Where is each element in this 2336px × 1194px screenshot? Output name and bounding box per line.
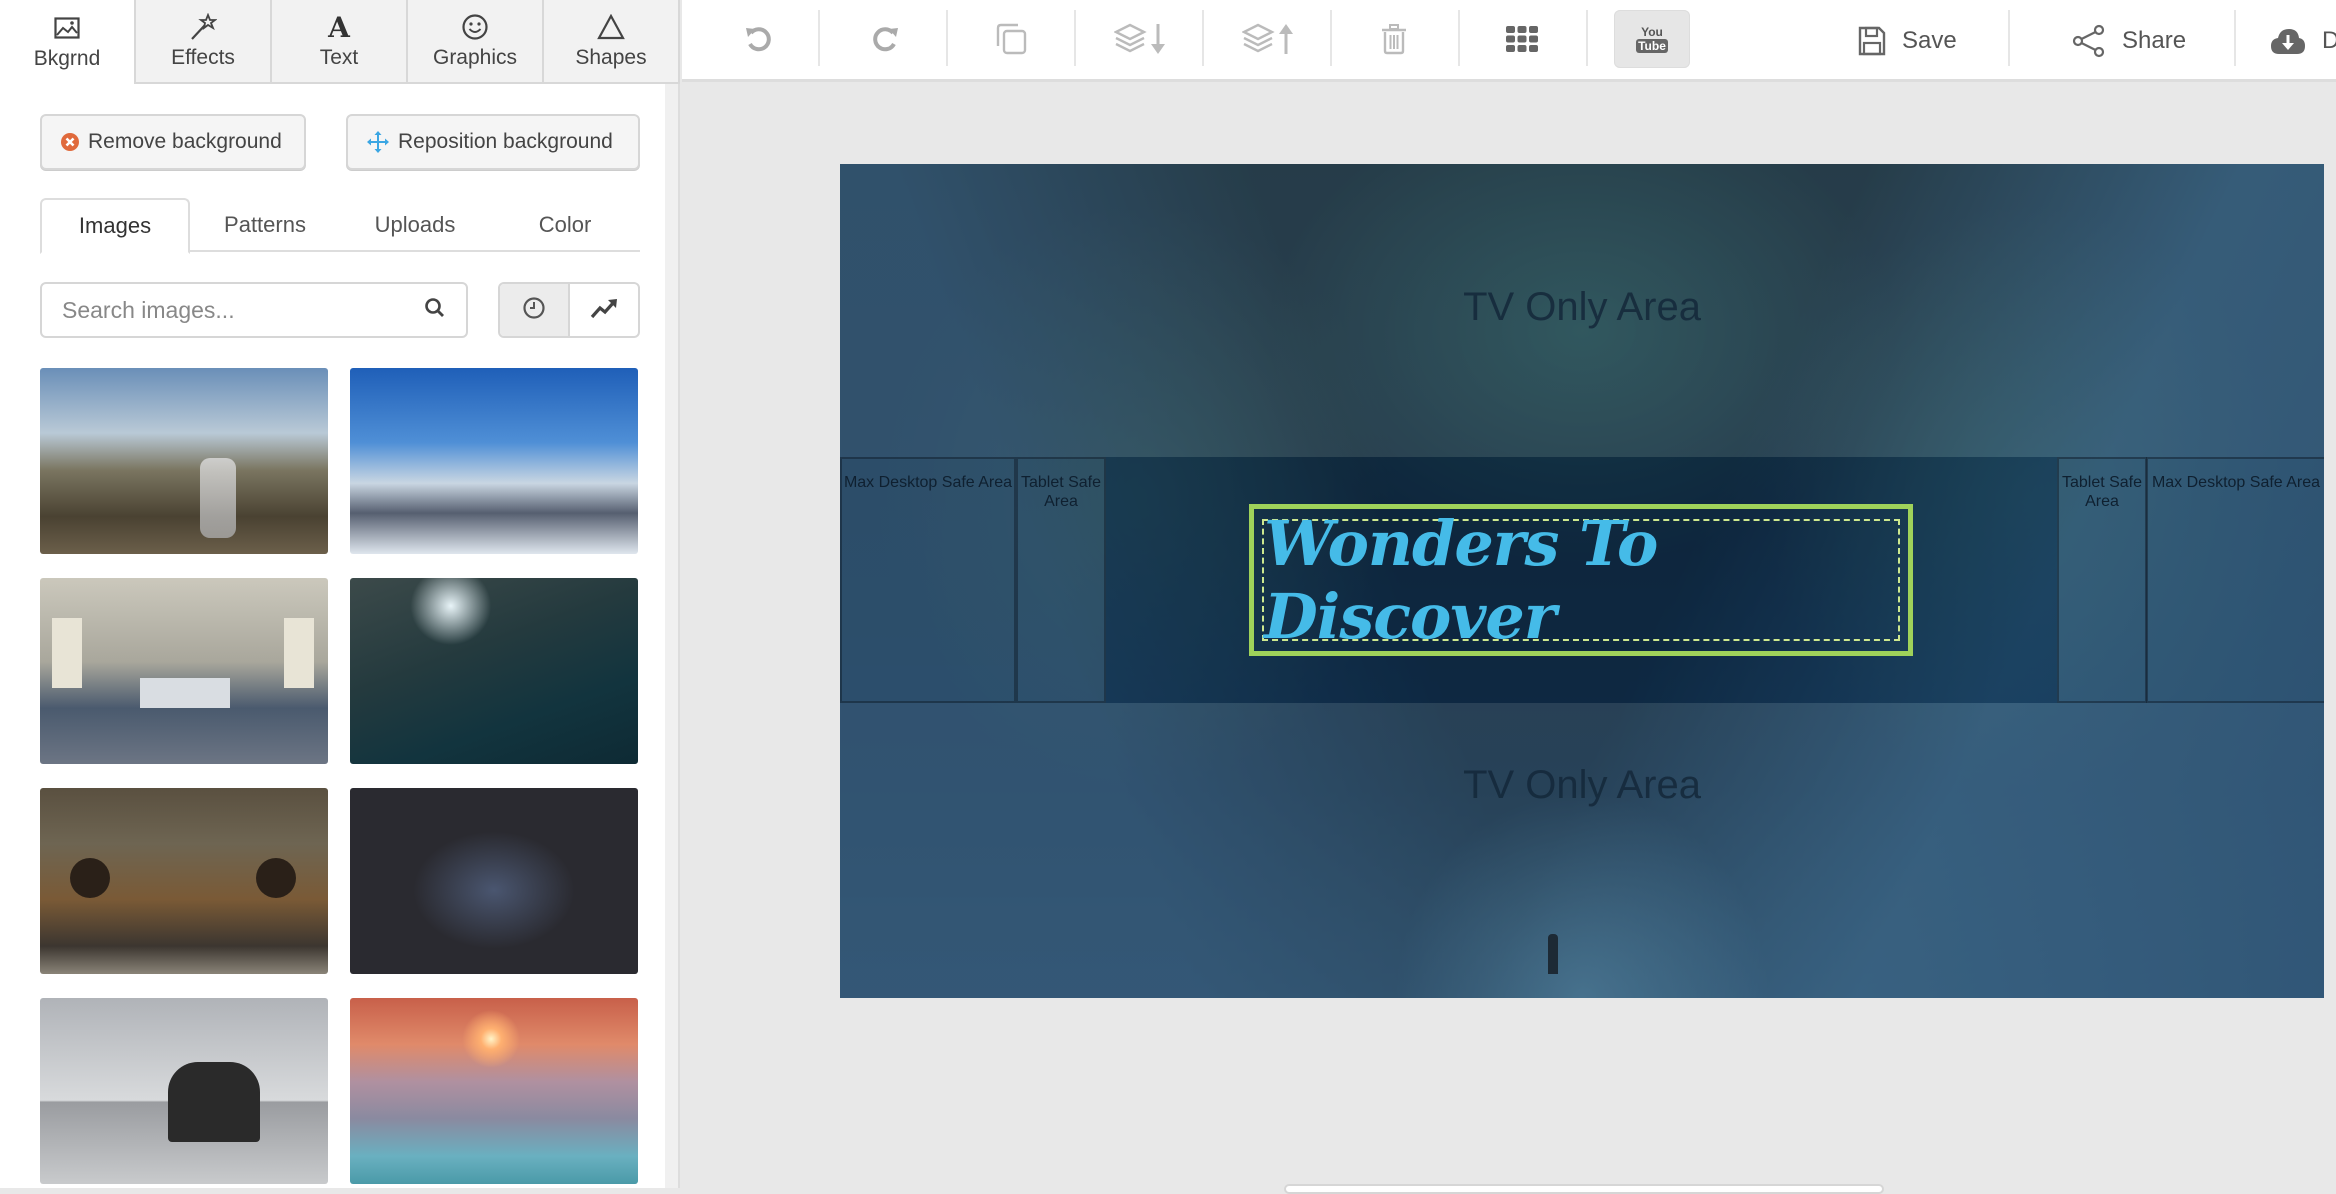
tv-only-area-top: TV Only Area xyxy=(840,164,2324,457)
design-canvas[interactable]: TV Only Area Max Desktop Safe Area Table… xyxy=(840,164,2324,998)
move-icon xyxy=(366,130,390,154)
selected-text-element[interactable]: Wonders To Discover xyxy=(1249,504,1913,656)
safe-area-label: Tablet Safe Area xyxy=(2061,474,2143,510)
clock-icon xyxy=(522,296,546,325)
youtube-icon: You Tube xyxy=(1636,26,1668,53)
undo-button[interactable] xyxy=(730,18,786,64)
tablet-safe-area-right: Tablet Safe Area xyxy=(2057,457,2147,703)
thumbnail-rusty-van[interactable] xyxy=(40,788,328,974)
download-label: D xyxy=(2322,27,2336,54)
toolbar-divider xyxy=(1586,10,1588,66)
tv-only-area-bottom: TV Only Area xyxy=(840,703,2324,998)
toolbar-divider xyxy=(2234,10,2236,66)
max-desktop-safe-area-left: Max Desktop Safe Area xyxy=(840,457,1016,703)
tab-label: Text xyxy=(319,46,359,69)
toolbar-divider xyxy=(1202,10,1204,66)
triangle-icon xyxy=(597,12,625,42)
sort-recent-button[interactable] xyxy=(500,284,570,336)
tab-label: Effects xyxy=(171,46,235,69)
tab-effects[interactable]: Effects xyxy=(136,0,272,84)
sort-toggle xyxy=(498,282,640,338)
tv-only-area-label: TV Only Area xyxy=(1463,285,1701,329)
thumbnail-hospital-room[interactable] xyxy=(40,578,328,764)
magic-wand-icon xyxy=(189,12,217,42)
toolbar-divider xyxy=(946,10,948,66)
thumbnail-cave-light[interactable] xyxy=(350,578,638,764)
youtube-button[interactable]: You Tube xyxy=(1614,10,1690,68)
download-button[interactable]: D xyxy=(2270,18,2336,64)
save-button[interactable]: Save xyxy=(1858,18,1957,64)
grid-icon xyxy=(1506,25,1538,57)
delete-icon xyxy=(1380,23,1408,60)
reposition-background-button[interactable]: Reposition background xyxy=(346,114,640,170)
save-icon xyxy=(1858,26,1886,56)
headline-text[interactable]: Wonders To Discover xyxy=(1264,507,1898,653)
sidebar-tabs: Bkgrnd Effects A Text Graphics Shapes xyxy=(0,0,680,84)
bring-forward-icon xyxy=(1241,22,1298,61)
save-label: Save xyxy=(1902,27,1957,54)
remove-background-label: Remove background xyxy=(88,130,282,153)
tab-graphics[interactable]: Graphics xyxy=(408,0,544,84)
thumbnail-spider[interactable] xyxy=(350,788,638,974)
sidebar-scrollbar[interactable] xyxy=(665,84,678,1188)
redo-button[interactable] xyxy=(858,18,914,64)
thumbnail-waterfall[interactable] xyxy=(40,368,328,554)
subtab-images[interactable]: Images xyxy=(40,198,190,254)
share-button[interactable]: Share xyxy=(2072,18,2186,64)
send-backward-icon xyxy=(1113,22,1170,61)
trending-icon xyxy=(590,297,618,324)
tab-label: Bkgrnd xyxy=(33,47,101,70)
toolbar-divider xyxy=(818,10,820,66)
toolbar-divider xyxy=(1074,10,1076,66)
duplicate-button[interactable] xyxy=(983,18,1039,64)
subtab-patterns[interactable]: Patterns xyxy=(190,198,340,252)
sidebar: Bkgrnd Effects A Text Graphics Shapes Re… xyxy=(0,0,680,1188)
youtube-top-text: You xyxy=(1641,24,1663,39)
share-label: Share xyxy=(2122,27,2187,54)
subtab-uploads[interactable]: Uploads xyxy=(340,198,490,252)
search-box xyxy=(40,282,468,338)
search-icon[interactable] xyxy=(424,297,446,324)
tab-shapes[interactable]: Shapes xyxy=(544,0,680,84)
safe-area-label: Tablet Safe Area xyxy=(1020,474,1102,510)
background-subtabs: Images Patterns Uploads Color xyxy=(40,198,640,254)
toolbar-divider xyxy=(1330,10,1332,66)
send-backward-button[interactable] xyxy=(1110,18,1174,64)
tab-label: Graphics xyxy=(432,46,518,69)
toolbar-divider xyxy=(2008,10,2010,66)
text-icon: A xyxy=(328,10,350,44)
grid-button[interactable] xyxy=(1494,18,1550,64)
duplicate-icon xyxy=(994,22,1028,61)
undo-icon xyxy=(743,24,773,59)
reposition-background-label: Reposition background xyxy=(398,130,613,153)
thumbnail-ice-sunset[interactable] xyxy=(350,998,638,1184)
text-element-inner-border: Wonders To Discover xyxy=(1262,507,1900,653)
tv-only-area-label: TV Only Area xyxy=(1463,763,1701,807)
bottom-panel-handle[interactable] xyxy=(1284,1184,1884,1194)
share-icon xyxy=(2072,24,2106,58)
smiley-icon xyxy=(461,12,489,42)
safe-area-label: Max Desktop Safe Area xyxy=(2151,474,2321,491)
tab-bkgrnd[interactable]: Bkgrnd xyxy=(0,0,136,84)
toolbar: You Tube Save Share D xyxy=(682,0,2336,82)
tab-text[interactable]: A Text xyxy=(272,0,408,84)
safe-area-label: Max Desktop Safe Area xyxy=(843,474,1013,491)
remove-background-button[interactable]: Remove background xyxy=(40,114,306,170)
toolbar-divider xyxy=(1458,10,1460,66)
cloud-download-icon xyxy=(2270,27,2306,55)
sort-trending-button[interactable] xyxy=(570,284,638,336)
tablet-safe-area-left: Tablet Safe Area xyxy=(1016,457,1106,703)
youtube-bottom-text: Tube xyxy=(1636,38,1668,53)
tab-label: Shapes xyxy=(575,46,647,69)
subtab-color[interactable]: Color xyxy=(490,198,640,252)
thumbnail-sea-rock[interactable] xyxy=(40,998,328,1184)
thumbnail-mountains[interactable] xyxy=(350,368,638,554)
redo-icon xyxy=(871,24,901,59)
image-icon xyxy=(54,13,80,43)
search-input[interactable] xyxy=(62,296,424,324)
bring-forward-button[interactable] xyxy=(1238,18,1302,64)
delete-button[interactable] xyxy=(1366,18,1422,64)
remove-icon xyxy=(60,132,80,152)
max-desktop-safe-area-right: Max Desktop Safe Area xyxy=(2146,457,2324,703)
